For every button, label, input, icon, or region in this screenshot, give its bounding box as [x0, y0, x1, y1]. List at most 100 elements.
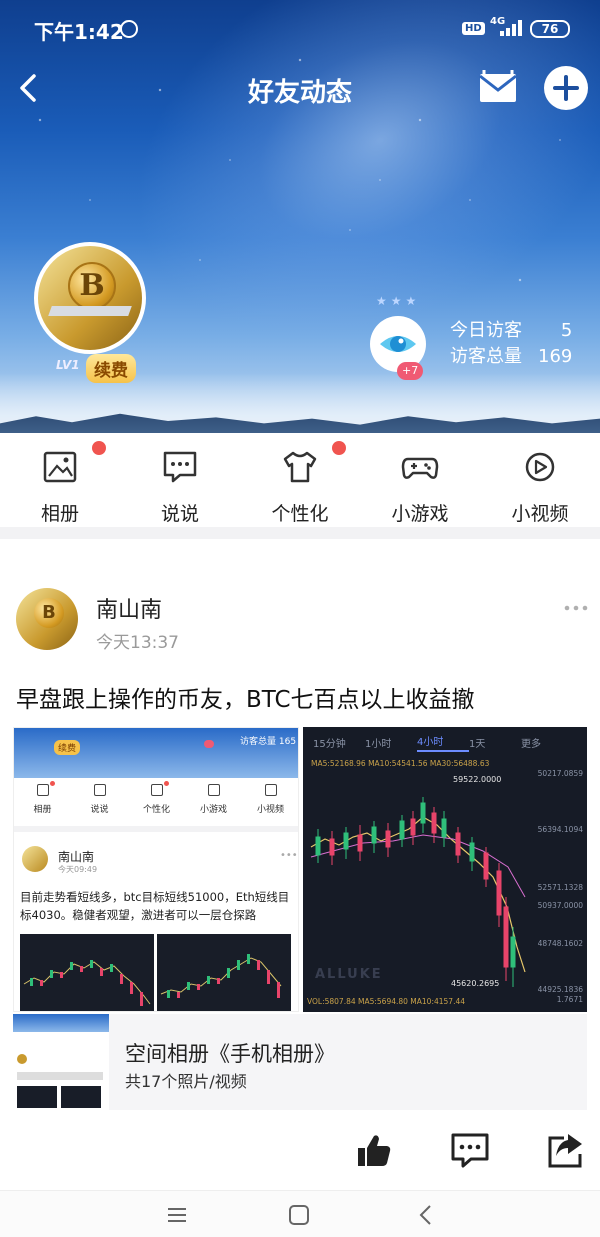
- candlestick-chart: [310, 797, 526, 987]
- status-time: 下午1:42: [34, 20, 124, 44]
- mini-post-time: 今天09:49: [58, 865, 98, 874]
- chart-tab: 更多: [521, 738, 541, 750]
- chat-bubble-icon: [93, 784, 106, 796]
- visitor-stats[interactable]: 今日访客 5 访客总量 169: [450, 318, 572, 370]
- post-image-2[interactable]: 15分钟 1小时 4小时 1天 更多 MA5:52168.96 MA10:545…: [303, 727, 587, 1012]
- func-shuoshuo-label: 说说: [160, 503, 199, 525]
- signal-icon: [500, 20, 524, 36]
- mini-visitor-badge: [204, 740, 214, 748]
- home-icon[interactable]: [286, 1203, 312, 1227]
- post-author-avatar[interactable]: B: [16, 588, 78, 650]
- func-album-label: 相册: [40, 503, 79, 525]
- chart-watermark: ALLUKE: [315, 967, 383, 982]
- mini-cover: 续费 访客总量 165: [14, 728, 298, 778]
- stars-decoration-icon: ★★★: [376, 294, 421, 308]
- function-bar: 相册 说说 个性化 小游戏 小视频: [0, 433, 600, 527]
- thumb-cover: [13, 1014, 109, 1032]
- status-bar: 下午1:42 HD 4G 76: [0, 0, 600, 60]
- mini-author-name: 南山南: [58, 850, 95, 864]
- mini-candlestick-chart: [157, 934, 291, 1011]
- func-games-label: 小游戏: [391, 503, 449, 525]
- chart-tab: 1天: [469, 738, 486, 750]
- bitcoin-coin-icon: B: [68, 262, 116, 310]
- chart-timeframe-tabs: 15分钟 1小时 4小时 1天 更多: [303, 727, 587, 757]
- thumb-avatar: [17, 1054, 27, 1064]
- hd-icon: HD: [462, 22, 485, 35]
- photo-album-icon: [36, 784, 49, 796]
- func-item-album[interactable]: 相册: [0, 433, 120, 527]
- func-item-personalize[interactable]: 个性化: [240, 433, 360, 527]
- mini-func-label: 小游戏: [199, 805, 227, 815]
- profile-avatar[interactable]: B: [34, 242, 146, 354]
- laptop-image: [48, 306, 132, 316]
- add-post-button[interactable]: [544, 66, 588, 110]
- total-visitors-value: 169: [538, 346, 573, 367]
- album-thumbnail: [13, 1014, 109, 1110]
- comment-icon[interactable]: [450, 1130, 490, 1170]
- mail-icon[interactable]: [476, 68, 520, 108]
- visitor-new-badge: +7: [397, 362, 424, 380]
- photo-album-icon: [43, 451, 77, 483]
- mini-renew-badge: 续费: [54, 740, 81, 755]
- today-visitors-value: 5: [560, 320, 573, 341]
- more-options-icon[interactable]: [562, 598, 590, 618]
- level-badge: LV1: [56, 358, 80, 372]
- post-time: 今天13:37: [96, 633, 179, 653]
- album-count: 共17个照片/视频: [125, 1072, 247, 1091]
- tshirt-icon: [283, 451, 317, 483]
- mini-func-label: 说说: [90, 805, 109, 815]
- thumb-text: [17, 1072, 103, 1080]
- mini-candlestick-chart: [20, 934, 154, 1011]
- func-videos-label: 小视频: [511, 503, 569, 525]
- plus-icon: [553, 75, 579, 101]
- play-video-icon: [264, 784, 277, 796]
- func-personalize-dot: [332, 441, 346, 455]
- system-back-icon[interactable]: [414, 1203, 438, 1227]
- album-card[interactable]: 空间相册《手机相册》 共17个照片/视频: [13, 1014, 587, 1110]
- chart-volume-line: VOL:5807.84 MA5:5694.80 MA10:4157.44: [307, 997, 465, 1006]
- mini-func-shuoshuo: 说说: [71, 778, 128, 826]
- share-icon[interactable]: [546, 1130, 586, 1170]
- func-album-dot: [92, 441, 106, 455]
- mini-visitor-total: 访客总量 165: [240, 737, 297, 747]
- chart-axis-label: 1.7671: [556, 995, 583, 1004]
- post-image-1[interactable]: 续费 访客总量 165 相册 说说 个性化 小游戏 小视频 南山南 今天09:4…: [13, 727, 299, 1012]
- mini-func-personalize: 个性化: [128, 778, 185, 826]
- mini-func-label: 小视频: [256, 805, 284, 815]
- mini-author-avatar: [22, 846, 48, 872]
- bitcoin-coin-icon: B: [34, 598, 64, 628]
- tshirt-icon: [150, 784, 163, 796]
- renew-button[interactable]: 续费: [86, 354, 136, 383]
- thumb-chart: [17, 1086, 57, 1108]
- section-divider: [0, 527, 600, 539]
- gamepad-icon: [207, 784, 220, 796]
- func-item-videos[interactable]: 小视频: [480, 433, 600, 527]
- post-text: 早盘跟上操作的币友，BTC七百点以上收益撤: [16, 687, 475, 713]
- more-options-icon: •••: [280, 850, 298, 861]
- post-author-name[interactable]: 南山南: [96, 592, 162, 624]
- album-title: 空间相册《手机相册》: [125, 1042, 335, 1066]
- func-item-games[interactable]: 小游戏: [360, 433, 480, 527]
- play-video-icon: [525, 452, 555, 482]
- like-icon[interactable]: [354, 1130, 394, 1170]
- gamepad-icon: [401, 457, 439, 479]
- mini-function-bar: 相册 说说 个性化 小游戏 小视频: [14, 778, 298, 826]
- total-visitors-label: 访客总量: [450, 346, 522, 367]
- menu-icon[interactable]: [162, 1205, 192, 1225]
- chat-bubble-icon: [163, 451, 197, 483]
- func-personalize-label: 个性化: [271, 503, 329, 525]
- func-item-shuoshuo[interactable]: 说说: [120, 433, 240, 527]
- chart-tab: 15分钟: [313, 738, 346, 750]
- chart-tab-active: 4小时: [417, 733, 469, 752]
- thumb-chart: [61, 1086, 101, 1108]
- mini-divider: [14, 826, 298, 832]
- mini-func-dot: [164, 781, 169, 786]
- back-arrow-icon[interactable]: [10, 68, 50, 108]
- chart-tab: 1小时: [365, 738, 392, 750]
- notification-app-icon: [120, 20, 138, 38]
- system-nav-bar: [0, 1190, 600, 1237]
- mini-func-album: 相册: [14, 778, 71, 826]
- mini-func-games: 小游戏: [185, 778, 242, 826]
- mini-func-label: 相册: [33, 805, 52, 815]
- today-visitors-label: 今日访客: [450, 320, 522, 341]
